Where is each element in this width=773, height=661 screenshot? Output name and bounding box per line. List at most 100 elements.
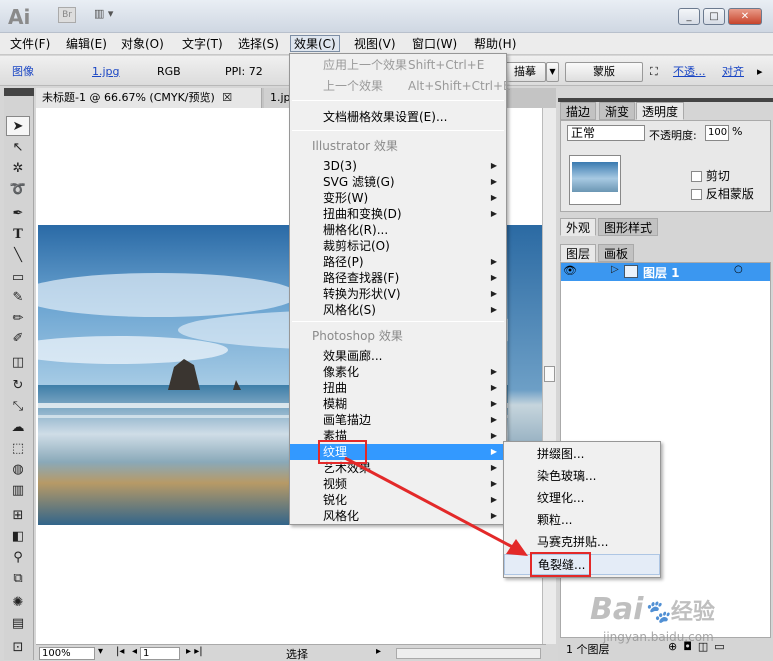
transform-icon[interactable]: ⛶: [650, 64, 658, 80]
menu-window[interactable]: 窗口(W): [409, 36, 460, 53]
close-button[interactable]: ✕: [728, 8, 762, 25]
menu-stylize-ai-label: 风格化(S): [323, 303, 376, 317]
menu-path[interactable]: 路径(P) ▶: [290, 254, 506, 270]
menu-distort-label: 扭曲和变换(D): [323, 207, 402, 221]
tools-panel-header[interactable]: [4, 88, 34, 96]
bridge-button[interactable]: Br: [58, 7, 76, 23]
status-menu-icon[interactable]: ▸: [376, 646, 381, 657]
tab-artboards[interactable]: 画板: [598, 244, 635, 262]
selection-tool-icon[interactable]: ➤: [6, 116, 30, 136]
menu-type[interactable]: 文字(T): [179, 36, 226, 53]
title-bar: Ai Br ▥ ▾ _ □ ✕: [0, 0, 773, 33]
rotate-tool-icon[interactable]: ↻: [6, 376, 30, 396]
layer-name[interactable]: 图层 1: [643, 264, 680, 281]
menu-pathfinder[interactable]: 路径查找器(F) ▶: [290, 270, 506, 286]
direct-selection-tool-icon[interactable]: ↖: [6, 138, 30, 158]
prev-page-icon[interactable]: ◂: [132, 646, 137, 657]
menu-view[interactable]: 视图(V): [351, 36, 399, 53]
align-link[interactable]: 对齐: [722, 64, 744, 80]
menu-distort[interactable]: 扭曲 ▶: [290, 380, 506, 396]
color-mode: RGB: [157, 65, 181, 78]
tab-document-1[interactable]: 未标题-1 @ 66.67% (CMYK/预览) ☒: [36, 88, 262, 108]
warp-tool-icon[interactable]: ☁: [6, 418, 30, 438]
menu-file[interactable]: 文件(F): [7, 36, 53, 53]
panel-menu-icon[interactable]: ▸: [757, 64, 763, 80]
eraser-tool-icon[interactable]: ◫: [6, 353, 30, 373]
visibility-eye-icon[interactable]: 👁: [563, 264, 577, 277]
rectangle-tool-icon[interactable]: ▭: [6, 268, 30, 288]
zoom-dropdown-icon[interactable]: ▾: [98, 646, 103, 657]
graph-tool-icon[interactable]: ▥: [6, 481, 30, 501]
menu-3d[interactable]: 3D(3) ▶: [290, 158, 506, 174]
menu-warp-label: 变形(W): [323, 191, 369, 205]
menu-pixelate[interactable]: 像素化 ▶: [290, 364, 506, 380]
blob-brush-tool-icon[interactable]: ✐: [6, 329, 30, 349]
free-transform-tool-icon[interactable]: ⬚: [6, 439, 30, 459]
layer-row[interactable]: 👁 ▷ 图层 1 ○: [561, 263, 770, 281]
menu-effect[interactable]: 效果(C): [290, 35, 340, 52]
menu-effect-gallery[interactable]: 效果画廊...: [290, 348, 506, 364]
clip-checkbox[interactable]: 剪切: [691, 167, 730, 184]
tab-close-icon[interactable]: ☒: [222, 91, 232, 104]
scale-tool-icon[interactable]: ⤡: [6, 397, 30, 417]
opacity-label: 不透明度:: [649, 129, 697, 142]
column-graph-tool-icon[interactable]: ▤: [6, 614, 30, 634]
blend-mode-select[interactable]: 正常: [567, 125, 645, 141]
menu-rasterize[interactable]: 栅格化(R)...: [290, 222, 506, 238]
invert-mask-checkbox[interactable]: 反相蒙版: [691, 185, 754, 202]
gradient-tool-icon[interactable]: ◧: [6, 527, 30, 547]
artboard-tool-icon[interactable]: ⊡: [6, 638, 30, 658]
menu-svg-filters[interactable]: SVG 滤镜(G) ▶: [290, 174, 506, 190]
menu-convert-to-shape[interactable]: 转换为形状(V) ▶: [290, 286, 506, 302]
menu-apply-last-effect: 应用上一个效果 Shift+Ctrl+E: [290, 57, 506, 73]
mesh-tool-icon[interactable]: ⊞: [6, 506, 30, 526]
menu-brush-strokes[interactable]: 画笔描边 ▶: [290, 412, 506, 428]
menu-help[interactable]: 帮助(H): [471, 36, 519, 53]
paintbrush-tool-icon[interactable]: ✎: [6, 288, 30, 308]
file-link[interactable]: 1.jpg: [92, 64, 120, 80]
menu-warp[interactable]: 变形(W) ▶: [290, 190, 506, 206]
zoom-select[interactable]: 100%: [39, 647, 95, 660]
expand-arrow-icon[interactable]: ▷: [611, 264, 619, 275]
eyedropper-tool-icon[interactable]: ⚲: [6, 548, 30, 568]
trace-dropdown-icon[interactable]: ▼: [546, 62, 559, 82]
menu-crop-marks[interactable]: 裁剪标记(O): [290, 238, 506, 254]
tab-layers[interactable]: 图层: [560, 244, 597, 262]
menu-stylize-ai[interactable]: 风格化(S) ▶: [290, 302, 506, 318]
line-tool-icon[interactable]: ╲: [6, 246, 30, 266]
scroll-thumb[interactable]: [544, 366, 555, 382]
blend-tool-icon[interactable]: ⧉: [6, 569, 30, 589]
next-page-icon[interactable]: ▸ ▸|: [186, 646, 203, 657]
shape-builder-tool-icon[interactable]: ◍: [6, 460, 30, 480]
menu-distort-transform[interactable]: 扭曲和变换(D) ▶: [290, 206, 506, 222]
horizontal-scrollbar[interactable]: [396, 648, 541, 659]
magic-wand-tool-icon[interactable]: ✲: [6, 159, 30, 179]
minimize-button[interactable]: _: [678, 8, 700, 25]
menu-raster-settings[interactable]: 文档栅格效果设置(E)...: [290, 109, 506, 125]
menu-select[interactable]: 选择(S): [235, 36, 282, 53]
pencil-tool-icon[interactable]: ✏: [6, 309, 30, 329]
tab-stroke[interactable]: 描边: [560, 102, 597, 120]
image-label[interactable]: 图像: [12, 64, 34, 80]
thumbnail-preview: [569, 155, 621, 205]
pen-tool-icon[interactable]: ✒: [6, 204, 30, 224]
lasso-tool-icon[interactable]: ➰: [6, 180, 30, 200]
maximize-button[interactable]: □: [703, 8, 725, 25]
menu-object[interactable]: 对象(O): [118, 36, 167, 53]
tab-transparency[interactable]: 透明度: [636, 102, 685, 120]
tab-appearance[interactable]: 外观: [560, 218, 597, 236]
menu-edit[interactable]: 编辑(E): [63, 36, 110, 53]
opacity-link[interactable]: 不透...: [673, 64, 706, 80]
first-page-icon[interactable]: |◂: [116, 646, 124, 657]
type-tool-icon[interactable]: T: [6, 225, 30, 245]
tab-graphic-styles[interactable]: 图形样式: [598, 218, 659, 236]
invert-mask-label: 反相蒙版: [705, 187, 754, 201]
tab-gradient[interactable]: 渐变: [599, 102, 636, 120]
opacity-input[interactable]: 100: [705, 125, 729, 141]
mask-button[interactable]: 蒙版: [565, 62, 643, 82]
target-circle-icon[interactable]: ○: [734, 264, 743, 275]
menu-blur[interactable]: 模糊 ▶: [290, 396, 506, 412]
page-number-field[interactable]: 1: [140, 647, 180, 660]
symbol-sprayer-tool-icon[interactable]: ✺: [6, 593, 30, 613]
arrange-documents-button[interactable]: ▥ ▾: [94, 7, 126, 23]
